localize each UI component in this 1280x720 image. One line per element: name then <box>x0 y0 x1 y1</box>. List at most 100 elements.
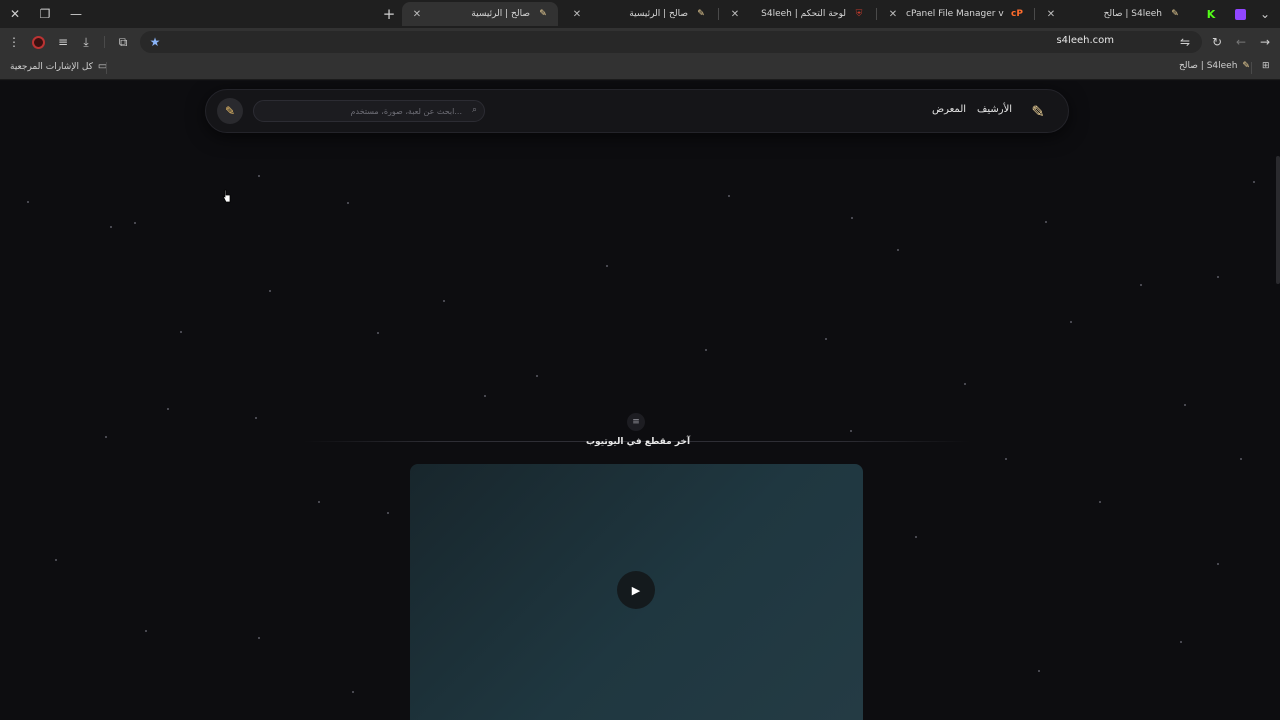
pinned-tab-twitch[interactable] <box>1229 4 1251 24</box>
site-settings-icon[interactable]: ⇋ <box>1176 33 1194 51</box>
nav-link-gallery[interactable]: المعرض <box>932 104 966 115</box>
star <box>536 375 538 377</box>
section-list-icon: ≡ <box>627 413 645 431</box>
tab-home[interactable]: ✕ صالح | الرئيسية ✎ <box>562 2 716 26</box>
close-tab-icon[interactable]: ✕ <box>886 9 900 20</box>
site-logo[interactable]: ✎ <box>1026 99 1050 123</box>
star <box>377 332 379 334</box>
search-box[interactable]: ⌕ <box>253 100 485 122</box>
downloads-button[interactable]: ⤓ <box>77 33 95 51</box>
star <box>55 559 57 561</box>
search-icon: ⌕ <box>471 105 477 115</box>
star <box>606 265 608 267</box>
reload-button[interactable]: ↻ <box>1208 33 1226 51</box>
star <box>1045 221 1047 223</box>
star <box>318 501 320 503</box>
tab-title: S4leeh | لوحة التحكم <box>761 9 846 19</box>
forward-button[interactable]: ← <box>1232 33 1250 51</box>
extensions-button[interactable]: ⧉ <box>114 33 132 51</box>
star <box>851 217 853 219</box>
star <box>1180 641 1182 643</box>
star <box>484 395 486 397</box>
minimize-window-button[interactable]: — <box>65 4 87 24</box>
all-bookmarks-button[interactable]: كل الإشارات المرجعية ▭ <box>10 61 107 72</box>
tab-title: صالح | S4leeh <box>1103 9 1162 19</box>
arrow-right-icon: → <box>1259 35 1271 49</box>
tab-cpanel[interactable]: ✕ cPanel File Manager v3 cP <box>878 2 1032 26</box>
youtube-video-player[interactable]: ▶ <box>410 464 863 720</box>
play-icon: ▶ <box>631 583 641 597</box>
star <box>964 383 966 385</box>
cpanel-icon: cP <box>1011 9 1023 19</box>
grid-icon: ⊞ <box>1262 61 1270 71</box>
tab-search-button[interactable]: ⌄ <box>1254 4 1276 24</box>
nav-link-archive[interactable]: الأرشيف <box>977 104 1012 115</box>
url-text: s4leeh.com <box>1056 35 1114 46</box>
puzzle-icon: ⧉ <box>118 34 128 49</box>
star <box>258 637 260 639</box>
star <box>180 331 182 333</box>
menu-button[interactable]: ⋮ <box>5 33 23 51</box>
star <box>1217 276 1219 278</box>
star <box>27 201 29 203</box>
profile-button[interactable]: ✎ <box>217 98 243 124</box>
arrow-left-icon: ← <box>1235 35 1247 49</box>
star <box>1253 181 1255 183</box>
close-icon: ✕ <box>9 7 21 21</box>
star <box>1005 458 1007 460</box>
star <box>1140 284 1142 286</box>
site-logo-icon: ✎ <box>697 9 705 19</box>
star <box>1184 404 1186 406</box>
star <box>145 630 147 632</box>
star <box>347 202 349 204</box>
reading-list-button[interactable]: ≡ <box>54 33 72 51</box>
site-logo-icon: ✎ <box>1171 9 1179 19</box>
extension-button[interactable] <box>29 33 47 51</box>
star <box>258 175 260 177</box>
search-input[interactable] <box>262 103 462 119</box>
star <box>105 436 107 438</box>
star <box>1038 670 1040 672</box>
close-window-button[interactable]: ✕ <box>4 4 26 24</box>
play-button[interactable]: ▶ <box>617 571 655 609</box>
star <box>850 430 852 432</box>
star <box>1099 501 1101 503</box>
star <box>167 408 169 410</box>
close-tab-icon[interactable]: ✕ <box>410 9 424 20</box>
browser-toolbar: ⋮ ≡ ⤓ ⧉ ★ s4leeh.com ⇋ ↻ ← → <box>0 28 1280 56</box>
restore-window-button[interactable]: ❐ <box>34 4 56 24</box>
tab-home-active[interactable]: ✕ صالح | الرئيسية ✎ <box>402 2 558 26</box>
plus-icon: + <box>382 5 396 23</box>
back-button[interactable]: → <box>1256 33 1274 51</box>
tab-s4leeh[interactable]: ✕ صالح | S4leeh ✎ <box>1036 2 1190 26</box>
download-icon: ⤓ <box>83 34 89 49</box>
star <box>443 300 445 302</box>
close-tab-icon[interactable]: ✕ <box>570 9 584 20</box>
tab-title: صالح | الرئيسية <box>629 9 688 19</box>
more-vertical-icon: ⋮ <box>8 35 20 49</box>
close-tab-icon[interactable]: ✕ <box>728 9 742 20</box>
close-tab-icon[interactable]: ✕ <box>1044 9 1058 20</box>
extension-avatar-icon <box>31 35 45 49</box>
minimize-icon: — <box>70 7 82 21</box>
star <box>387 512 389 514</box>
tab-title: صالح | الرئيسية <box>471 9 530 19</box>
tab-strip: ✕ ❐ — + ✕ صالح | الرئيسية ✎ ✕ صالح | الر… <box>0 0 1280 28</box>
site-logo-icon: ✎ <box>1242 61 1250 71</box>
star <box>352 691 354 693</box>
bookmark-star-icon[interactable]: ★ <box>146 33 164 51</box>
new-tab-button[interactable]: + <box>378 4 400 24</box>
chevron-down-icon: ⌄ <box>1259 7 1271 21</box>
tab-dashboard[interactable]: ✕ S4leeh | لوحة التحكم ⛨ <box>720 2 874 26</box>
user-avatar-icon: ✎ <box>224 104 236 118</box>
pinned-tab-kick[interactable]: K <box>1200 4 1222 24</box>
bookmarks-bar: كل الإشارات المرجعية ▭ صالح | S4leeh ✎ ⊞ <box>0 56 1280 80</box>
address-bar[interactable]: ★ s4leeh.com ⇋ <box>140 31 1202 53</box>
bookmark-item[interactable]: صالح | S4leeh ✎ <box>1179 61 1250 71</box>
apps-button[interactable]: ⊞ <box>1262 61 1270 71</box>
star <box>110 226 112 228</box>
mouse-cursor-icon <box>222 189 231 203</box>
star <box>897 249 899 251</box>
site-logo-icon: ✎ <box>1031 101 1045 121</box>
page-scrollbar[interactable] <box>1276 156 1280 284</box>
